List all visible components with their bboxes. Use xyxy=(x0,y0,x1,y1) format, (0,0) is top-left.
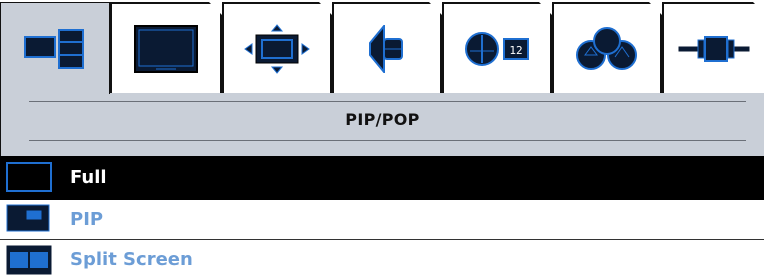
tab-audio[interactable] xyxy=(332,2,442,94)
tab-picture[interactable] xyxy=(110,2,222,94)
full-screen-icon xyxy=(6,162,52,192)
pip-window-icon xyxy=(6,204,50,232)
split-screen-icon xyxy=(6,245,52,275)
color-icon xyxy=(576,27,637,70)
tab-clock[interactable]: 12 xyxy=(442,2,552,94)
page-title: PIP/POP xyxy=(345,110,420,129)
input-connector-icon xyxy=(678,36,750,62)
clock-icon: 12 xyxy=(465,32,529,66)
menu-item-label: PIP xyxy=(70,209,104,230)
pip-pop-icon xyxy=(24,28,84,69)
menu-item-split-screen[interactable]: Split Screen xyxy=(0,240,764,279)
header-divider-top xyxy=(29,101,746,102)
tab-input[interactable] xyxy=(662,2,764,94)
menu-item-label: Full xyxy=(70,167,107,188)
menu-item-full[interactable]: Full xyxy=(0,156,764,200)
tab-pip-pop[interactable] xyxy=(0,2,110,94)
tab-bar: 12 xyxy=(0,0,764,94)
picture-icon xyxy=(134,25,198,73)
header-panel: PIP/POP xyxy=(0,93,764,156)
osd-menu: 12 PIP/POP Full PIP Split Screen xyxy=(0,0,764,279)
tab-position[interactable] xyxy=(222,2,332,94)
menu-item-pip[interactable]: PIP xyxy=(0,200,764,240)
header-divider-bottom xyxy=(29,140,746,141)
position-icon xyxy=(244,24,310,74)
audio-icon xyxy=(369,25,403,73)
clock-tab-badge: 12 xyxy=(509,44,522,57)
tab-color[interactable] xyxy=(552,2,662,94)
menu-item-label: Split Screen xyxy=(70,249,193,270)
pip-mode-list: Full PIP Split Screen xyxy=(0,156,764,279)
